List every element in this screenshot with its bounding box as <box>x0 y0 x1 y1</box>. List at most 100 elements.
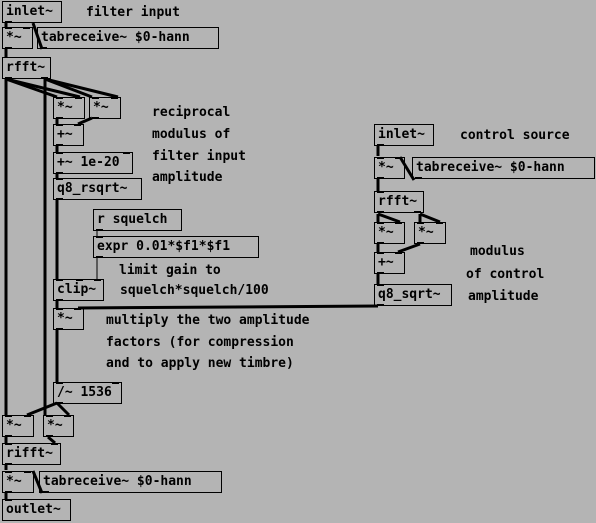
multiply-window-object[interactable]: *~ <box>2 27 33 49</box>
inlet-port[interactable] <box>51 443 58 445</box>
outlet-port[interactable] <box>5 21 12 23</box>
clip-object[interactable]: clip~ <box>53 279 104 301</box>
rifft-object[interactable]: rifft~ <box>2 443 61 465</box>
outlet-port[interactable] <box>96 256 103 258</box>
inlet-port[interactable] <box>75 97 82 99</box>
inlet-port[interactable] <box>377 157 384 159</box>
outlet-port[interactable] <box>5 77 12 79</box>
object-label: q8_sqrt~ <box>378 287 441 302</box>
square-ctl-imag-object[interactable]: *~ <box>414 222 446 244</box>
inlet-port[interactable] <box>112 382 119 384</box>
outlet-port[interactable] <box>377 242 384 244</box>
inlet-port[interactable] <box>56 152 63 154</box>
inlet-port[interactable] <box>436 222 443 224</box>
square-imag-object[interactable]: *~ <box>89 97 121 119</box>
object-label: r squelch <box>97 212 168 227</box>
outlet-port[interactable] <box>56 402 63 404</box>
outlet-port[interactable] <box>5 491 12 493</box>
add-epsilon-object[interactable]: +~ 1e-20 <box>53 152 133 174</box>
outlet-port[interactable] <box>56 172 63 174</box>
inlet-port[interactable] <box>56 382 63 384</box>
inlet-port[interactable] <box>395 157 402 159</box>
outlet-port[interactable] <box>5 463 12 465</box>
inlet-port[interactable] <box>24 415 31 417</box>
inlet-port[interactable] <box>56 124 63 126</box>
inlet-port[interactable] <box>92 97 99 99</box>
outlet-port[interactable] <box>42 491 49 493</box>
object-label: clip~ <box>57 282 97 297</box>
inlet-object[interactable]: inlet~ <box>2 1 62 23</box>
square-ctl-real-object[interactable]: *~ <box>374 222 405 244</box>
tabreceive-object[interactable]: tabreceive~ $0-hann <box>37 27 219 49</box>
multiply-imag-out-object[interactable]: *~ <box>43 415 74 437</box>
outlet-port[interactable] <box>377 272 384 274</box>
rfft-ctl-object[interactable]: rfft~ <box>374 191 424 213</box>
inlet-port[interactable] <box>5 443 12 445</box>
multiply-window-out-object[interactable]: *~ <box>2 471 34 493</box>
inlet-port[interactable] <box>377 284 384 286</box>
inlet-port[interactable] <box>46 415 53 417</box>
inlet-control-object[interactable]: inlet~ <box>374 124 434 146</box>
inlet-port[interactable] <box>23 27 30 29</box>
outlet-port[interactable] <box>56 328 63 330</box>
inlet-port[interactable] <box>377 252 384 254</box>
tabreceive-out-object[interactable]: tabreceive~ $0-hann <box>39 471 222 493</box>
rfft-object[interactable]: rfft~ <box>2 57 51 79</box>
receive-squelch-object[interactable]: r squelch <box>93 209 182 231</box>
outlet-port[interactable] <box>56 299 63 301</box>
multiply-real-out-object[interactable]: *~ <box>2 415 34 437</box>
outlet-port[interactable] <box>415 177 422 179</box>
outlet-port[interactable] <box>56 144 63 146</box>
outlet-object[interactable]: outlet~ <box>2 499 71 521</box>
outlet-port[interactable] <box>56 117 63 119</box>
object-label: q8_rsqrt~ <box>57 181 128 196</box>
inlet-port[interactable] <box>5 27 12 29</box>
outlet-port[interactable] <box>377 177 384 179</box>
add-squares-object[interactable]: +~ <box>53 124 84 146</box>
inlet-port[interactable] <box>377 222 384 224</box>
inlet-port[interactable] <box>56 308 63 310</box>
outlet-port[interactable] <box>40 47 47 49</box>
outlet-port[interactable] <box>56 198 63 200</box>
outlet-port[interactable] <box>92 117 99 119</box>
inlet-port[interactable] <box>5 415 12 417</box>
inlet-port[interactable] <box>94 279 101 281</box>
inlet-port[interactable] <box>24 471 31 473</box>
inlet-port[interactable] <box>96 236 103 238</box>
multiply-window-ctl-object[interactable]: *~ <box>374 157 405 179</box>
outlet-port[interactable] <box>414 211 421 213</box>
inlet-port[interactable] <box>5 499 12 501</box>
outlet-port[interactable] <box>5 47 12 49</box>
outlet-port[interactable] <box>377 304 384 306</box>
expr-object[interactable]: expr 0.01*$f1*$f1 <box>93 236 259 258</box>
inlet-port[interactable] <box>74 308 81 310</box>
inlet-port[interactable] <box>76 279 83 281</box>
inlet-port[interactable] <box>111 97 118 99</box>
inlet-port[interactable] <box>395 252 402 254</box>
inlet-port[interactable] <box>56 178 63 180</box>
square-real-object[interactable]: *~ <box>53 97 85 119</box>
outlet-port[interactable] <box>377 144 384 146</box>
outlet-port[interactable] <box>96 229 103 231</box>
inlet-port[interactable] <box>56 279 63 281</box>
rsqrt-object[interactable]: q8_rsqrt~ <box>53 178 142 200</box>
outlet-port[interactable] <box>5 435 12 437</box>
outlet-port[interactable] <box>377 211 384 213</box>
outlet-port[interactable] <box>417 242 424 244</box>
inlet-port[interactable] <box>395 222 402 224</box>
outlet-port[interactable] <box>41 77 48 79</box>
inlet-port[interactable] <box>417 222 424 224</box>
tabreceive-ctl-object[interactable]: tabreceive~ $0-hann <box>412 157 595 179</box>
inlet-port[interactable] <box>377 191 384 193</box>
sqrt-ctl-object[interactable]: q8_sqrt~ <box>374 284 452 306</box>
inlet-port[interactable] <box>5 471 12 473</box>
outlet-port[interactable] <box>46 435 53 437</box>
divide-normalize-object[interactable]: /~ 1536 <box>53 382 122 404</box>
add-ctl-object[interactable]: +~ <box>374 252 405 274</box>
inlet-port[interactable] <box>123 152 130 154</box>
inlet-port[interactable] <box>74 124 81 126</box>
inlet-port[interactable] <box>64 415 71 417</box>
inlet-port[interactable] <box>56 97 63 99</box>
comment-multiply-1: multiply the two amplitude <box>106 313 310 328</box>
multiply-amplitude-object[interactable]: *~ <box>53 308 84 330</box>
